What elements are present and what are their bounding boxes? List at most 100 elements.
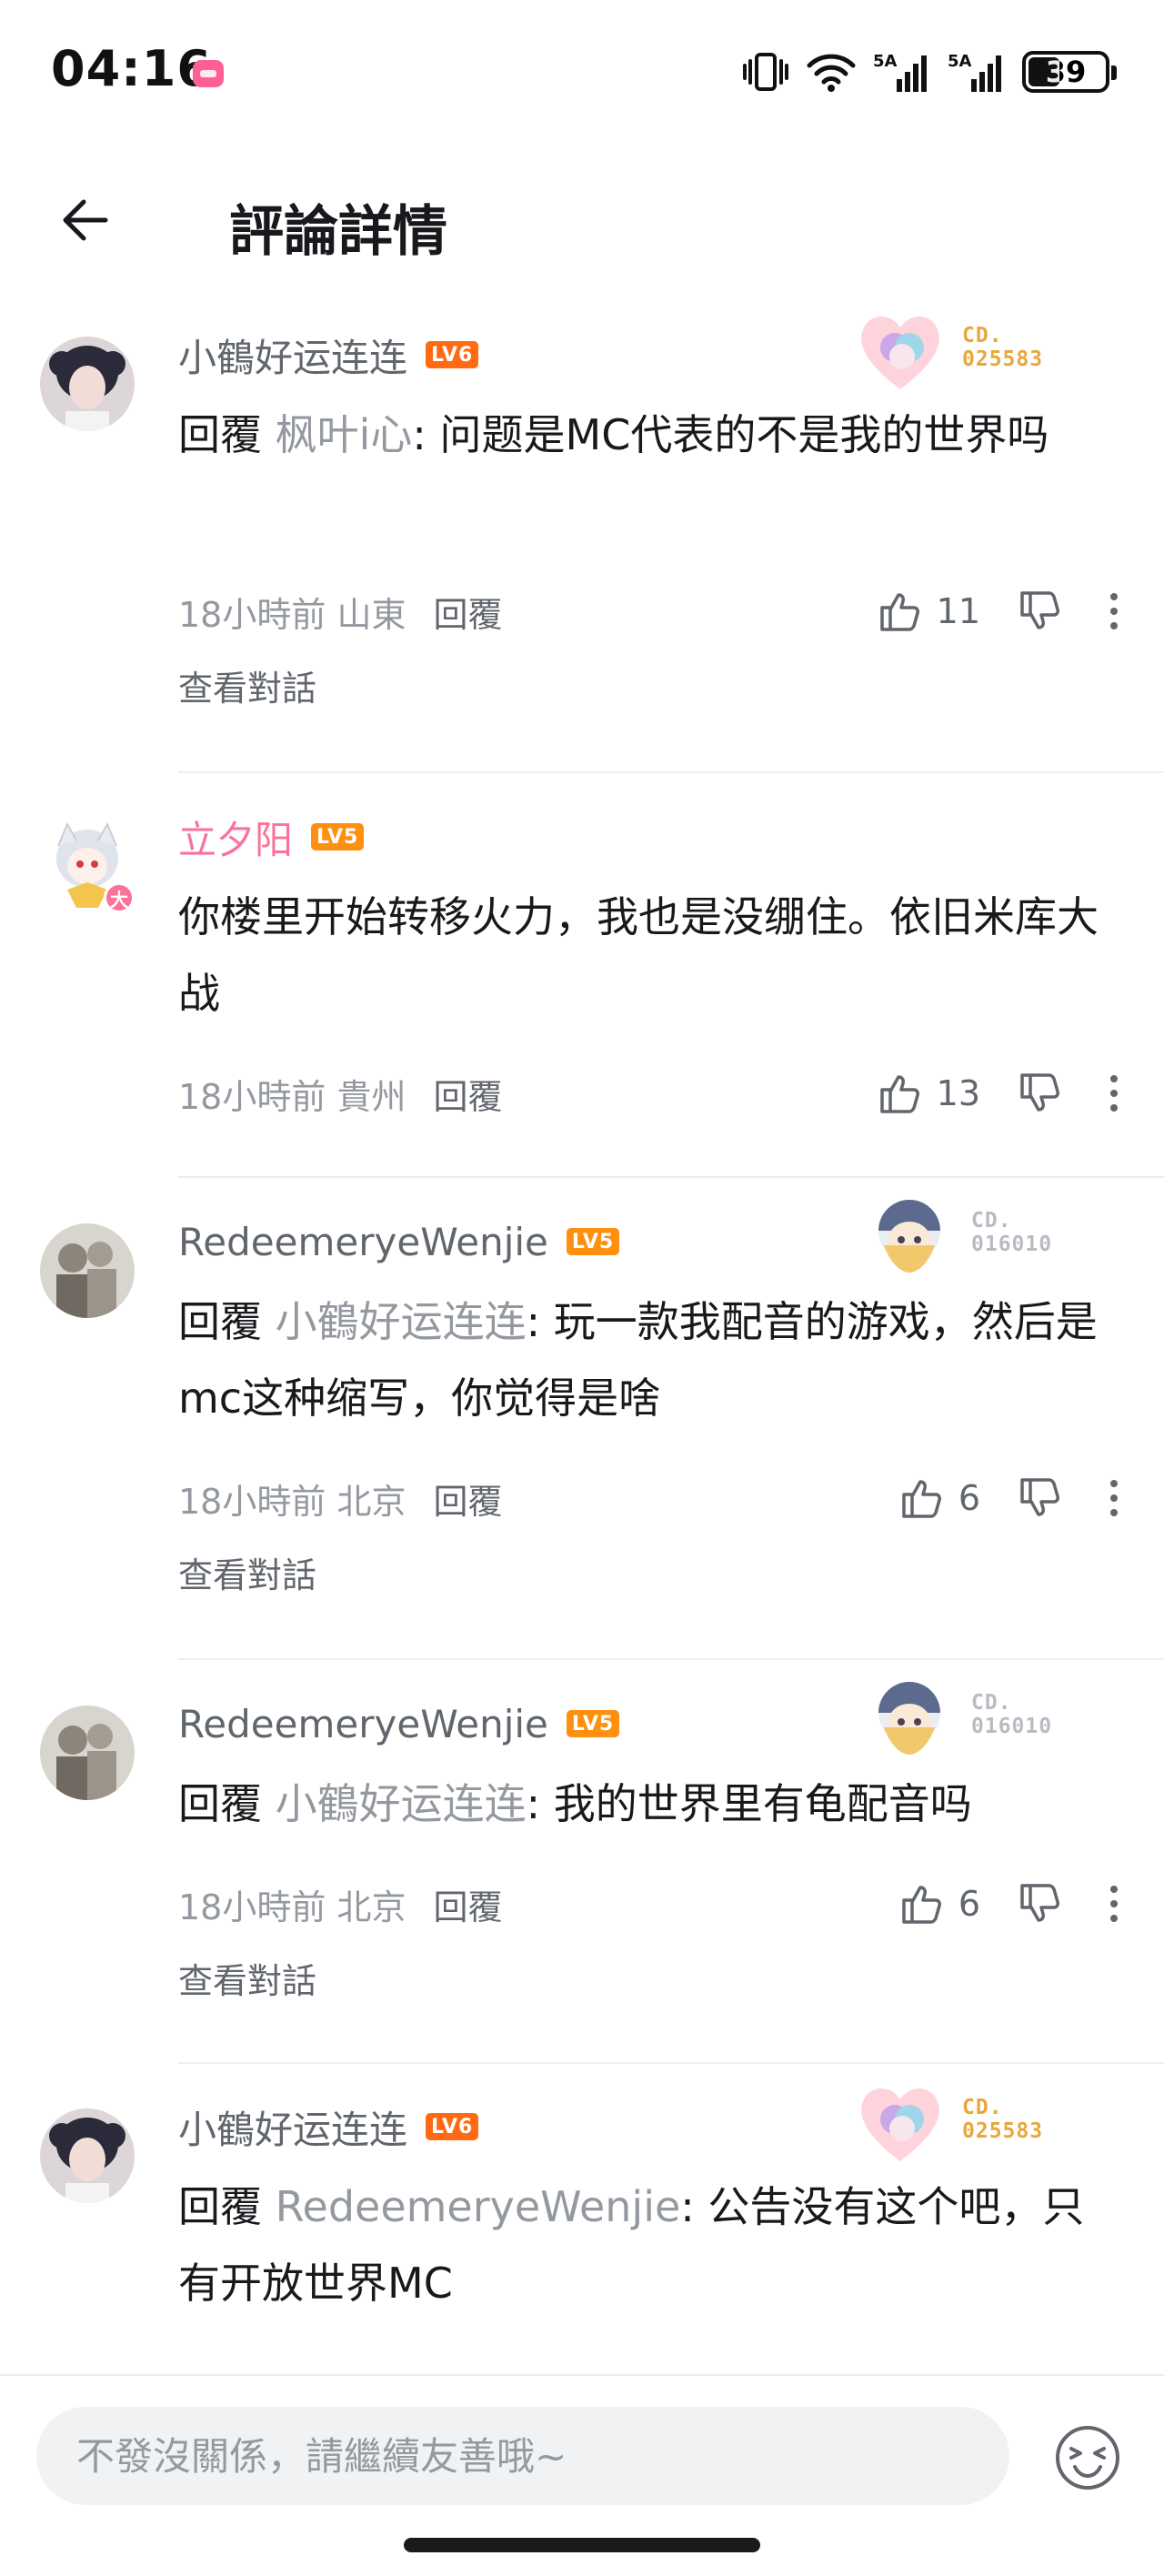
like-count: 6 [958, 1478, 980, 1518]
fan-card-character-icon [878, 1682, 940, 1755]
wifi-icon [807, 54, 856, 92]
fan-card-number: CD. 016010 [971, 1209, 1053, 1256]
signal-icon: 5A [948, 52, 1001, 92]
comment-text: 你楼里开始转移火力，我也是没绷住。依旧米库大战 [178, 892, 1099, 1018]
comment-actions: 11 [877, 584, 1128, 639]
avatar[interactable] [40, 1223, 135, 1318]
fan-card-heart-icon [861, 317, 939, 389]
fan-card[interactable]: CD. 025583 [855, 306, 1064, 406]
reply-input[interactable] [36, 2407, 1009, 2505]
reply-button[interactable]: 回覆 [433, 1474, 502, 1524]
vibrate-icon [743, 53, 788, 91]
fan-card-number: CD. 025583 [962, 324, 1044, 371]
username[interactable]: RedeemeryeWenjie [178, 1220, 548, 1264]
thumbs-down-icon [1020, 591, 1059, 629]
level-badge: LV5 [311, 823, 365, 850]
comment-time-location: 18小時前 北京 [178, 1481, 406, 1522]
fan-card-heart-icon [861, 2088, 939, 2161]
dislike-button[interactable] [1017, 1070, 1064, 1117]
more-button[interactable] [1100, 1884, 1128, 1924]
like-button[interactable]: 6 [898, 1880, 980, 1927]
page-title: 評論詳情 [229, 200, 447, 264]
comment-text: 回覆 枫叶i心: 问题是MC代表的不是我的世界吗 [178, 410, 1049, 459]
username[interactable]: 小鶴好运连连 [178, 327, 407, 383]
emoji-button[interactable] [1053, 2423, 1122, 2492]
page-header: 評論詳情 [0, 164, 1164, 273]
view-conversation-link[interactable]: 查看對話 [178, 660, 316, 710]
battery-icon: 39 [1022, 51, 1117, 93]
more-vertical-icon [1110, 593, 1118, 629]
level-badge: LV5 [566, 1710, 620, 1737]
fan-card[interactable]: CD. 016010 [864, 1673, 1073, 1773]
divider [178, 1176, 1164, 1178]
thumbs-down-icon [1020, 1073, 1059, 1112]
like-count: 6 [958, 1884, 980, 1924]
reply-target-user[interactable]: 小鶴好运连连 [276, 1297, 527, 1346]
thumbs-down-icon [1020, 1884, 1059, 1922]
like-button[interactable]: 11 [877, 588, 980, 635]
divider [178, 1658, 1164, 1660]
vip-badge: 大 [104, 882, 135, 913]
comment-time-location: 18小時前 貴州 [178, 1076, 406, 1117]
dislike-button[interactable] [1017, 1474, 1064, 1522]
comment-text: 回覆 小鶴好运连连: 玩一款我配音的游戏，然后是mc这种缩写，你觉得是啥 [178, 1297, 1098, 1423]
fan-card[interactable]: CD. 025583 [855, 2078, 1064, 2178]
thumbs-up-icon [879, 593, 919, 631]
status-bar: 04:16 5A 5A 39 [0, 0, 1164, 136]
reply-button[interactable]: 回覆 [433, 1069, 502, 1119]
thumbs-up-icon [902, 1480, 941, 1518]
comment-time-location: 18小時前 山東 [178, 594, 406, 635]
reply-target-user[interactable]: RedeemeryeWenjie [276, 2182, 681, 2231]
more-vertical-icon [1110, 1480, 1118, 1516]
fan-card-character-icon [878, 1200, 940, 1273]
like-count: 11 [936, 591, 980, 631]
like-count: 13 [936, 1073, 980, 1113]
comment-actions: 6 [898, 1877, 1128, 1931]
dislike-button[interactable] [1017, 588, 1064, 635]
more-button[interactable] [1100, 591, 1128, 631]
username[interactable]: 小鶴好运连连 [178, 2099, 407, 2155]
fan-card-number: CD. 025583 [962, 2096, 1044, 2143]
comment-detail-screen: 04:16 5A 5A 39 評論詳情 小鶴好运连连 LV6 CD. 02558… [0, 0, 1164, 2576]
like-button[interactable]: 13 [877, 1070, 980, 1117]
comment-meta: 18小時前 北京 回覆 [178, 1471, 502, 1525]
view-conversation-link[interactable]: 查看對話 [178, 1547, 316, 1597]
comment-meta: 18小時前 山東 回覆 [178, 584, 502, 639]
divider [178, 2062, 1164, 2064]
thumbs-up-icon [879, 1075, 919, 1113]
avatar[interactable]: 大 [40, 819, 135, 913]
reply-button[interactable]: 回覆 [433, 1879, 502, 1929]
avatar[interactable] [40, 337, 135, 431]
reply-button[interactable]: 回覆 [433, 587, 502, 637]
comment-actions: 13 [877, 1066, 1128, 1121]
avatar[interactable] [40, 1706, 135, 1800]
level-badge: LV5 [566, 1228, 620, 1255]
reply-target-user[interactable]: 枫叶i心 [276, 410, 413, 459]
username[interactable]: 立夕阳 [178, 810, 293, 865]
comment-actions: 6 [898, 1471, 1128, 1525]
user-info: 小鶴好运连连 LV6 [178, 327, 479, 383]
user-info: 立夕阳 LV5 [178, 810, 365, 865]
fan-card[interactable]: CD. 016010 [864, 1191, 1073, 1291]
reply-target-user[interactable]: 小鶴好运连连 [276, 1779, 527, 1828]
user-info: RedeemeryeWenjie LV5 [178, 1214, 620, 1269]
like-button[interactable]: 6 [898, 1474, 980, 1522]
emoji-icon [1056, 2426, 1119, 2490]
bilibili-notification-icon [193, 60, 224, 87]
comment-meta: 18小時前 北京 回覆 [178, 1877, 502, 1931]
status-icons: 5A 5A 39 [742, 47, 1117, 96]
username[interactable]: RedeemeryeWenjie [178, 1702, 548, 1746]
back-button[interactable] [49, 184, 122, 257]
level-badge: LV6 [426, 2113, 479, 2140]
dislike-button[interactable] [1017, 1880, 1064, 1927]
arrow-left-icon [63, 199, 108, 241]
home-indicator[interactable] [404, 2538, 760, 2552]
avatar[interactable] [40, 2108, 135, 2203]
svg-text:5A: 5A [873, 52, 898, 71]
more-button[interactable] [1100, 1478, 1128, 1518]
fan-card-number: CD. 016010 [971, 1691, 1053, 1738]
view-conversation-link[interactable]: 查看對話 [178, 1953, 316, 2003]
comment-text: 回覆 小鶴好运连连: 我的世界里有龟配音吗 [178, 1779, 972, 1828]
more-button[interactable] [1100, 1073, 1128, 1113]
signal-icon: 5A [873, 52, 927, 92]
